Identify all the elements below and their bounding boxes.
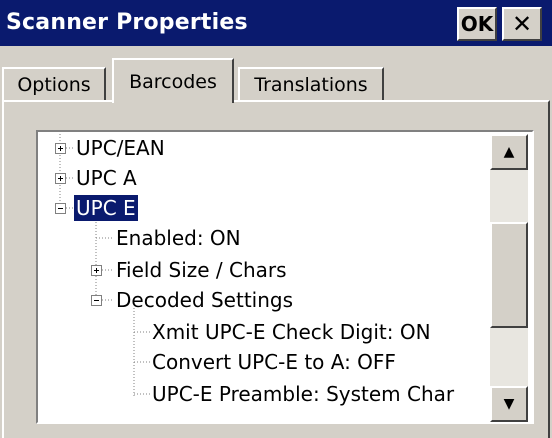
tree-node-decoded-settings[interactable]: Decoded Settings — [116, 287, 293, 313]
expand-upc-ean-icon[interactable] — [55, 143, 66, 154]
tree-node-upc-e[interactable]: UPC E — [74, 195, 138, 221]
expand-field-size-icon[interactable] — [91, 265, 102, 276]
collapse-upc-e-icon[interactable] — [55, 203, 66, 214]
tree-node-upc-ean[interactable]: UPC/EAN — [76, 135, 165, 161]
tree-node-upc-a[interactable]: UPC A — [76, 165, 137, 191]
tree-node-enabled[interactable]: Enabled: ON — [116, 225, 241, 251]
scroll-thumb[interactable] — [490, 222, 528, 328]
window-title: Scanner Properties — [6, 10, 248, 35]
tree-node-field-size[interactable]: Field Size / Chars — [116, 257, 287, 283]
vertical-scrollbar[interactable]: ▲ ▼ — [490, 134, 528, 422]
expand-upc-a-icon[interactable] — [55, 173, 66, 184]
barcode-tree[interactable]: UPC/EAN UPC A UPC E Enabled: ON Field Si… — [36, 130, 534, 424]
tree-node-upc-e-preamble[interactable]: UPC-E Preamble: System Char — [152, 381, 454, 407]
tab-translations[interactable]: Translations — [238, 67, 384, 100]
tab-options[interactable]: Options — [2, 67, 106, 100]
collapse-decoded-settings-icon[interactable] — [91, 295, 102, 306]
scroll-up-icon[interactable]: ▲ — [490, 134, 528, 170]
ok-button[interactable]: OK — [457, 7, 497, 41]
scroll-down-icon[interactable]: ▼ — [490, 386, 528, 422]
tree-node-convert-upc-e[interactable]: Convert UPC-E to A: OFF — [152, 349, 396, 375]
tree-node-xmit-check-digit[interactable]: Xmit UPC-E Check Digit: ON — [152, 319, 431, 345]
close-button[interactable]: ✕ — [502, 7, 542, 41]
tab-barcodes[interactable]: Barcodes — [112, 58, 234, 103]
